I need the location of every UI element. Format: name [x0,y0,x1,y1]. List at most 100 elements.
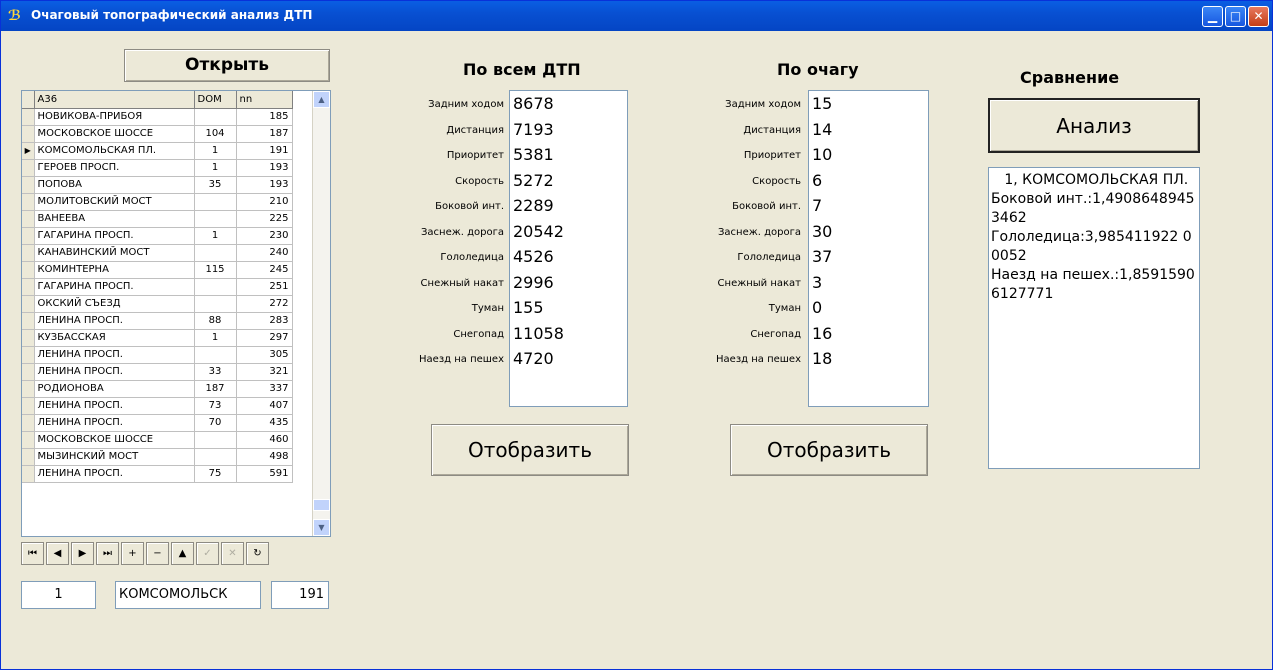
cell-dom[interactable] [194,295,237,313]
column-header-dom[interactable]: DOM [194,91,237,109]
title-bar[interactable]: ℬ Очаговый топографический анализ ДТП ▁ … [1,1,1272,31]
table-row[interactable]: ЛЕНИНА ПРОСП. 305 [22,346,293,364]
cell-a36[interactable]: МЫЗИНСКИЙ МОСТ [34,448,195,466]
cell-a36[interactable]: ЛЕНИНА ПРОСП. [34,397,195,415]
table-row[interactable]: НОВИКОВА-ПРИБОЯ 185 [22,108,293,126]
cell-dom[interactable]: 33 [194,363,237,381]
cell-nn[interactable]: 245 [236,261,293,279]
cell-dom[interactable]: 75 [194,465,237,483]
cell-dom[interactable] [194,244,237,262]
cell-dom[interactable] [194,346,237,364]
table-row[interactable]: КОМИНТЕРНА 115 245 [22,261,293,279]
minimize-button[interactable]: ▁ [1202,6,1223,27]
column-header-a36[interactable]: A36 [34,91,195,109]
nav-edit-icon[interactable]: ▲ [171,542,194,565]
nav-next-icon[interactable]: ▶ [71,542,94,565]
table-row[interactable]: ГАГАРИНА ПРОСП. 251 [22,278,293,296]
cell-dom[interactable] [194,193,237,211]
cell-nn[interactable]: 225 [236,210,293,228]
cell-nn[interactable]: 283 [236,312,293,330]
cell-a36[interactable]: ОКСКИЙ СЪЕЗД [34,295,195,313]
cell-a36[interactable]: НОВИКОВА-ПРИБОЯ [34,108,195,126]
cell-dom[interactable] [194,448,237,466]
show-focus-button[interactable]: Отобразить [730,424,928,476]
cell-nn[interactable]: 193 [236,176,293,194]
nav-first-icon[interactable]: ⏮ [21,542,44,565]
cell-dom[interactable] [194,210,237,228]
cell-a36[interactable]: КУЗБАССКАЯ [34,329,195,347]
table-row[interactable]: ЛЕНИНА ПРОСП. 75 591 [22,465,293,483]
table-row[interactable]: ЛЕНИНА ПРОСП. 70 435 [22,414,293,432]
table-row[interactable]: МЫЗИНСКИЙ МОСТ 498 [22,448,293,466]
open-button[interactable]: Открыть [124,49,330,82]
maximize-button[interactable]: □ [1225,6,1246,27]
table-row[interactable]: ЛЕНИНА ПРОСП. 33 321 [22,363,293,381]
cell-a36[interactable]: МОСКОВСКОЕ ШОССЕ [34,431,195,449]
cell-nn[interactable]: 193 [236,159,293,177]
table-row[interactable]: ВАНЕЕВА 225 [22,210,293,228]
cell-dom[interactable] [194,431,237,449]
cell-nn[interactable]: 321 [236,363,293,381]
cell-dom[interactable]: 115 [194,261,237,279]
cell-nn[interactable]: 251 [236,278,293,296]
close-button[interactable]: ✕ [1248,6,1269,27]
focus-values-memo[interactable]: 15 14 10 6 7 30 37 3 0 16 18 [808,90,929,407]
table-row[interactable]: МОСКОВСКОЕ ШОССЕ 104 187 [22,125,293,143]
table-row[interactable]: ПОПОВА 35 193 [22,176,293,194]
cell-a36[interactable]: КАНАВИНСКИЙ МОСТ [34,244,195,262]
scroll-up-arrow-icon[interactable]: ▲ [313,91,330,108]
nav-insert-icon[interactable]: + [121,542,144,565]
nav-cancel-icon[interactable]: ✕ [221,542,244,565]
cell-nn[interactable]: 498 [236,448,293,466]
table-row[interactable]: ГЕРОЕВ ПРОСП. 1 193 [22,159,293,177]
table-row[interactable]: ▶ КОМСОМОЛЬСКАЯ ПЛ. 1 191 [22,142,293,160]
cell-dom[interactable] [194,278,237,296]
cell-a36[interactable]: ЛЕНИНА ПРОСП. [34,363,195,381]
cell-nn[interactable]: 210 [236,193,293,211]
column-header-nn[interactable]: nn [236,91,293,109]
cell-nn[interactable]: 191 [236,142,293,160]
cell-dom[interactable]: 1 [194,159,237,177]
cell-nn[interactable]: 230 [236,227,293,245]
cell-a36[interactable]: ГАГАРИНА ПРОСП. [34,278,195,296]
analysis-button[interactable]: Анализ [988,98,1200,153]
cell-nn[interactable]: 460 [236,431,293,449]
cell-dom[interactable]: 1 [194,142,237,160]
nn-field[interactable]: 191 [271,581,329,609]
cell-nn[interactable]: 591 [236,465,293,483]
nav-last-icon[interactable]: ⏭ [96,542,119,565]
table-row[interactable]: КАНАВИНСКИЙ МОСТ 240 [22,244,293,262]
cell-dom[interactable]: 187 [194,380,237,398]
cell-nn[interactable]: 407 [236,397,293,415]
nav-delete-icon[interactable]: − [146,542,169,565]
cell-dom[interactable]: 1 [194,227,237,245]
table-row[interactable]: ГАГАРИНА ПРОСП. 1 230 [22,227,293,245]
table-row[interactable]: МОЛИТОВСКИЙ МОСТ 210 [22,193,293,211]
table-row[interactable]: ЛЕНИНА ПРОСП. 73 407 [22,397,293,415]
cell-dom[interactable] [194,108,237,126]
all-accidents-values-memo[interactable]: 8678 7193 5381 5272 2289 20542 4526 2996 155 1105… [509,90,628,407]
cell-a36[interactable]: ГЕРОЕВ ПРОСП. [34,159,195,177]
table-row[interactable]: ОКСКИЙ СЪЕЗД 272 [22,295,293,313]
grid-scrollbar[interactable]: ▲ ▼ [312,91,330,536]
cell-a36[interactable]: ПОПОВА [34,176,195,194]
cell-a36[interactable]: МОСКОВСКОЕ ШОССЕ [34,125,195,143]
cell-a36[interactable]: КОМСОМОЛЬСКАЯ ПЛ. [34,142,195,160]
nav-prior-icon[interactable]: ◀ [46,542,69,565]
cell-dom[interactable]: 70 [194,414,237,432]
show-all-button[interactable]: Отобразить [431,424,629,476]
table-row[interactable]: КУЗБАССКАЯ 1 297 [22,329,293,347]
cell-dom[interactable]: 35 [194,176,237,194]
cell-a36[interactable]: ЛЕНИНА ПРОСП. [34,312,195,330]
nav-post-icon[interactable]: ✓ [196,542,219,565]
scroll-down-arrow-icon[interactable]: ▼ [313,519,330,536]
cell-a36[interactable]: ГАГАРИНА ПРОСП. [34,227,195,245]
cell-a36[interactable]: ЛЕНИНА ПРОСП. [34,414,195,432]
cell-nn[interactable]: 297 [236,329,293,347]
cell-dom[interactable]: 88 [194,312,237,330]
dom-field[interactable]: 1 [21,581,96,609]
nav-refresh-icon[interactable]: ↻ [246,542,269,565]
cell-dom[interactable]: 104 [194,125,237,143]
cell-a36[interactable]: КОМИНТЕРНА [34,261,195,279]
cell-nn[interactable]: 435 [236,414,293,432]
